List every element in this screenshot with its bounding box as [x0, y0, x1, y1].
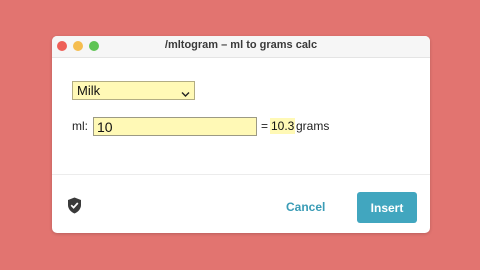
- footer-divider: [52, 174, 430, 175]
- cancel-button[interactable]: Cancel: [286, 200, 325, 214]
- grams-unit-label: grams: [296, 119, 330, 133]
- grams-result: 10.3: [270, 118, 296, 134]
- shield-check-icon: [67, 197, 82, 219]
- title-bar: /mltogram – ml to grams calc: [52, 36, 430, 58]
- ingredient-select-value: Milk: [77, 83, 101, 98]
- ingredient-select[interactable]: Milk: [72, 81, 195, 100]
- insert-button[interactable]: Insert: [357, 192, 417, 223]
- window-title: /mltogram – ml to grams calc: [164, 39, 318, 51]
- equals-sign: =: [261, 119, 269, 133]
- ml-input[interactable]: [93, 117, 257, 136]
- chevron-down-icon: [181, 86, 190, 101]
- ml-label: ml:: [72, 119, 88, 133]
- calculator-dialog: /mltogram – ml to grams calc Milk ml: = …: [52, 36, 430, 233]
